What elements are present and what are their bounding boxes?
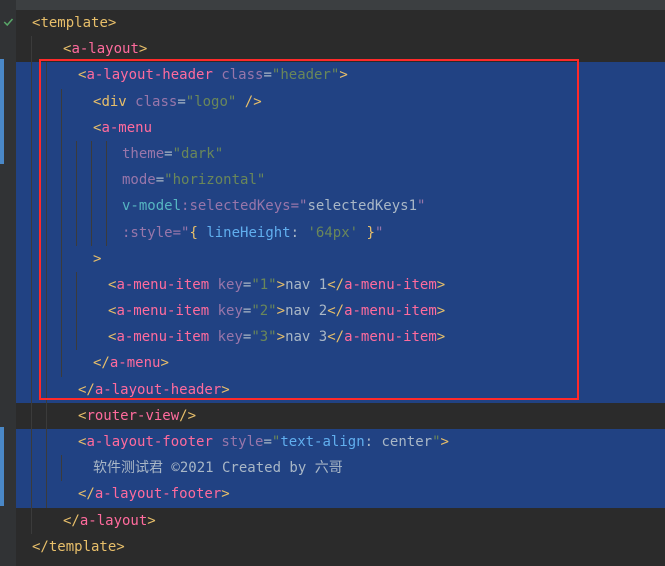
code-editor[interactable]: <template> <a-layout> <a-layout-header c… — [16, 0, 665, 566]
code-line[interactable]: mode="horizontal" — [16, 167, 665, 193]
code-line[interactable]: > — [16, 246, 665, 272]
code-line[interactable]: <a-layout-header class="header"> — [16, 62, 665, 88]
tab-path-cropped — [16, 0, 665, 10]
code-line[interactable]: <router-view/> — [16, 403, 665, 429]
code-line[interactable]: <template> — [16, 10, 665, 36]
code-line[interactable]: <a-menu-item key="3">nav 3</a-menu-item> — [16, 324, 665, 350]
code-line[interactable]: v-model:selectedKeys="selectedKeys1" — [16, 193, 665, 219]
code-line[interactable]: </a-layout-header> — [16, 377, 665, 403]
code-line[interactable]: <a-menu-item key="2">nav 2</a-menu-item> — [16, 298, 665, 324]
code-line[interactable]: </a-layout-footer> — [16, 481, 665, 507]
code-line[interactable]: <a-layout> — [16, 36, 665, 62]
code-line[interactable]: :style="{ lineHeight: '64px' }" — [16, 220, 665, 246]
code-line[interactable]: </template> — [16, 534, 665, 560]
code-line[interactable]: <div class="logo" /> — [16, 89, 665, 115]
code-line[interactable]: <a-menu-item key="1">nav 1</a-menu-item> — [16, 272, 665, 298]
code-line[interactable]: </a-menu> — [16, 350, 665, 376]
code-line[interactable]: 软件测试君 ©2021 Created by 六哥 — [16, 455, 665, 481]
code-line[interactable]: <a-layout-footer style="text-align: cent… — [16, 429, 665, 455]
code-line[interactable]: <a-menu — [16, 115, 665, 141]
check-icon — [2, 16, 14, 28]
gutter — [0, 0, 16, 566]
code-line[interactable]: </a-layout> — [16, 508, 665, 534]
code-line[interactable]: theme="dark" — [16, 141, 665, 167]
